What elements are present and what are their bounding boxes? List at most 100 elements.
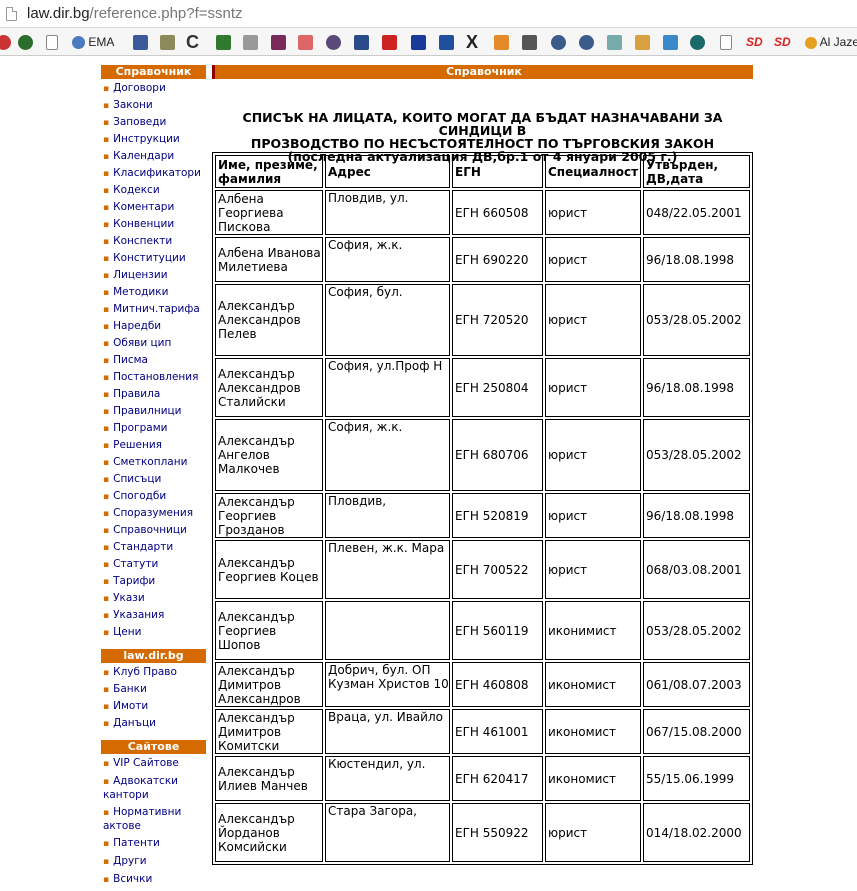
sidebar-reference-item[interactable]: Споразумения	[103, 505, 207, 522]
sidebar-law-item[interactable]: Имоти	[103, 698, 207, 715]
sidebar-reference-item[interactable]: Кодекси	[103, 182, 207, 199]
bookmark-icon[interactable]	[382, 33, 397, 51]
sidebar-reference-item[interactable]: Договори	[103, 80, 207, 97]
sidebar-sites-item[interactable]: Всички	[103, 873, 207, 887]
sidebar-reference-item[interactable]: Укази	[103, 590, 207, 607]
bookmark-icon[interactable]	[635, 33, 650, 51]
table-row: Александър Георгиев Шопов ЕГН 560119 икони…	[215, 601, 750, 660]
bookmark-icon[interactable]	[663, 33, 678, 51]
bookmark-sd-2[interactable]: SD	[774, 33, 791, 51]
bookmark-icon[interactable]	[243, 33, 258, 51]
sidebar-reference-item[interactable]: Конспекти	[103, 233, 207, 250]
syndics-table: Име, презиме, фамилия Адрес ЕГН Специалн…	[212, 152, 753, 865]
cell-date: 053/28.05.2002	[643, 284, 750, 356]
bookmarks-bar: EMA C X SD SD Al Jaze	[0, 28, 857, 56]
cell-spec: икономист	[545, 709, 641, 754]
sidebar-sites-item[interactable]: Адвокатски кантори	[103, 775, 207, 802]
sidebar-reference-item[interactable]: Митнич.тарифа	[103, 301, 207, 318]
sidebar-reference-item[interactable]: Тарифи	[103, 573, 207, 590]
column-header: Утвърден, ДВ,дата	[643, 155, 750, 188]
sidebar-law-item[interactable]: Банки	[103, 681, 207, 698]
cell-name: Албена Иванова Милетиева	[215, 237, 323, 282]
sidebar-reference-item[interactable]: Статути	[103, 556, 207, 573]
bookmark-ema[interactable]: EMA	[72, 33, 114, 51]
url-text[interactable]: law.dir.bg/reference.php?f=ssntz	[27, 5, 243, 22]
cell-date: 067/15.08.2000	[643, 709, 750, 754]
sidebar-reference-item[interactable]: Класификатори	[103, 165, 207, 182]
sidebar-reference-item[interactable]: Програми	[103, 420, 207, 437]
cell-name: Албена Георгиева Пискова	[215, 190, 323, 235]
sidebar-sites-item[interactable]: Други	[103, 855, 207, 869]
bookmark-icon[interactable]	[354, 33, 369, 51]
sidebar-reference-item[interactable]: Писма	[103, 352, 207, 369]
sidebar-header-reference: Справочник	[101, 65, 206, 79]
address-bar[interactable]: law.dir.bg/reference.php?f=ssntz	[0, 0, 857, 28]
sidebar-reference-item[interactable]: Конституции	[103, 250, 207, 267]
bookmark-icon[interactable]	[133, 33, 148, 51]
syndics-table-wrap: Име, презиме, фамилия Адрес ЕГН Специалн…	[212, 152, 753, 865]
sidebar-header-sites: Сайтове	[101, 740, 206, 754]
sidebar-sites-list: VIP Сайтове Адвокатски кантори Нормативни …	[103, 757, 207, 891]
bookmark-icon[interactable]	[216, 33, 231, 51]
table-row: Александър Георгиев Коцев Плевен, ж.к. Ма…	[215, 540, 750, 599]
sidebar-reference-item[interactable]: Наредби	[103, 318, 207, 335]
sidebar-sites-item[interactable]: Патенти	[103, 837, 207, 851]
sidebar-law-item[interactable]: Клуб Право	[103, 664, 207, 681]
sidebar-reference-item[interactable]: Стандарти	[103, 539, 207, 556]
bookmark-x-icon[interactable]: X	[466, 33, 478, 51]
sidebar-reference-item[interactable]: Решения	[103, 437, 207, 454]
bookmark-icon[interactable]	[551, 33, 566, 51]
bookmark-c-icon[interactable]: C	[186, 33, 199, 51]
bookmark-al-jazeera[interactable]: Al Jaze	[805, 33, 857, 51]
sidebar-reference-item[interactable]: Лицензии	[103, 267, 207, 284]
sidebar-sites-item[interactable]: VIP Сайтове	[103, 757, 207, 771]
bookmark-icon[interactable]	[439, 33, 454, 51]
sidebar-reference-item[interactable]: Закони	[103, 97, 207, 114]
sidebar-law-item[interactable]: Данъци	[103, 715, 207, 732]
bookmark-icon[interactable]	[494, 33, 509, 51]
bookmark-icon[interactable]	[271, 33, 286, 51]
sidebar-reference-item[interactable]: Указания	[103, 607, 207, 624]
sidebar-reference-item[interactable]: Списъци	[103, 471, 207, 488]
cell-date: 96/18.08.1998	[643, 237, 750, 282]
cell-egn: ЕГН 680706	[452, 419, 543, 491]
bookmark-icon[interactable]	[411, 33, 426, 51]
sidebar-reference-item[interactable]: Справочници	[103, 522, 207, 539]
bookmark-icon[interactable]	[607, 33, 622, 51]
sidebar-reference-item[interactable]: Обяви цип	[103, 335, 207, 352]
bookmark-sd-1[interactable]: SD	[746, 33, 763, 51]
sidebar-sites-item[interactable]: Нормативни актове	[103, 806, 207, 833]
sidebar-reference-item[interactable]: Правилници	[103, 403, 207, 420]
cell-name: Александър Александров Пелев	[215, 284, 323, 356]
sidebar-reference-item[interactable]: Сметкоплани	[103, 454, 207, 471]
bookmark-icon[interactable]	[18, 33, 33, 51]
sidebar-reference-item[interactable]: Заповеди	[103, 114, 207, 131]
sidebar-reference-item[interactable]: Спогодби	[103, 488, 207, 505]
table-row: Албена Иванова Милетиева София, ж.к. ЕГН 6…	[215, 237, 750, 282]
cell-addr: Стара Загора,	[325, 803, 450, 862]
sidebar-reference-item[interactable]: Методики	[103, 284, 207, 301]
cell-spec: юрист	[545, 358, 641, 417]
bookmark-icon[interactable]	[160, 33, 175, 51]
cell-egn: ЕГН 460808	[452, 662, 543, 707]
cell-name: Александър Илиев Манчев	[215, 756, 323, 801]
table-row: Александър Александров Пелев София, бул. Е…	[215, 284, 750, 356]
bookmark-icon[interactable]	[522, 33, 537, 51]
bookmark-icon[interactable]	[298, 33, 313, 51]
sidebar-reference-item[interactable]: Календари	[103, 148, 207, 165]
sidebar-reference-item[interactable]: Конвенции	[103, 216, 207, 233]
bookmark-icon[interactable]	[326, 33, 341, 51]
cell-date: 55/15.06.1999	[643, 756, 750, 801]
cell-date: 96/18.08.1998	[643, 358, 750, 417]
bookmark-icon[interactable]	[690, 33, 705, 51]
sidebar-reference-item[interactable]: Постановления	[103, 369, 207, 386]
cell-egn: ЕГН 520819	[452, 493, 543, 538]
sidebar-reference-item[interactable]: Правила	[103, 386, 207, 403]
sidebar-reference-item[interactable]: Инструкции	[103, 131, 207, 148]
bookmark-icon[interactable]	[579, 33, 594, 51]
bookmark-page-icon[interactable]	[46, 33, 58, 51]
sidebar-reference-item[interactable]: Коментари	[103, 199, 207, 216]
bookmark-icon[interactable]	[0, 33, 11, 51]
sidebar-reference-item[interactable]: Цени	[103, 624, 207, 641]
bookmark-page-icon[interactable]	[720, 33, 732, 51]
